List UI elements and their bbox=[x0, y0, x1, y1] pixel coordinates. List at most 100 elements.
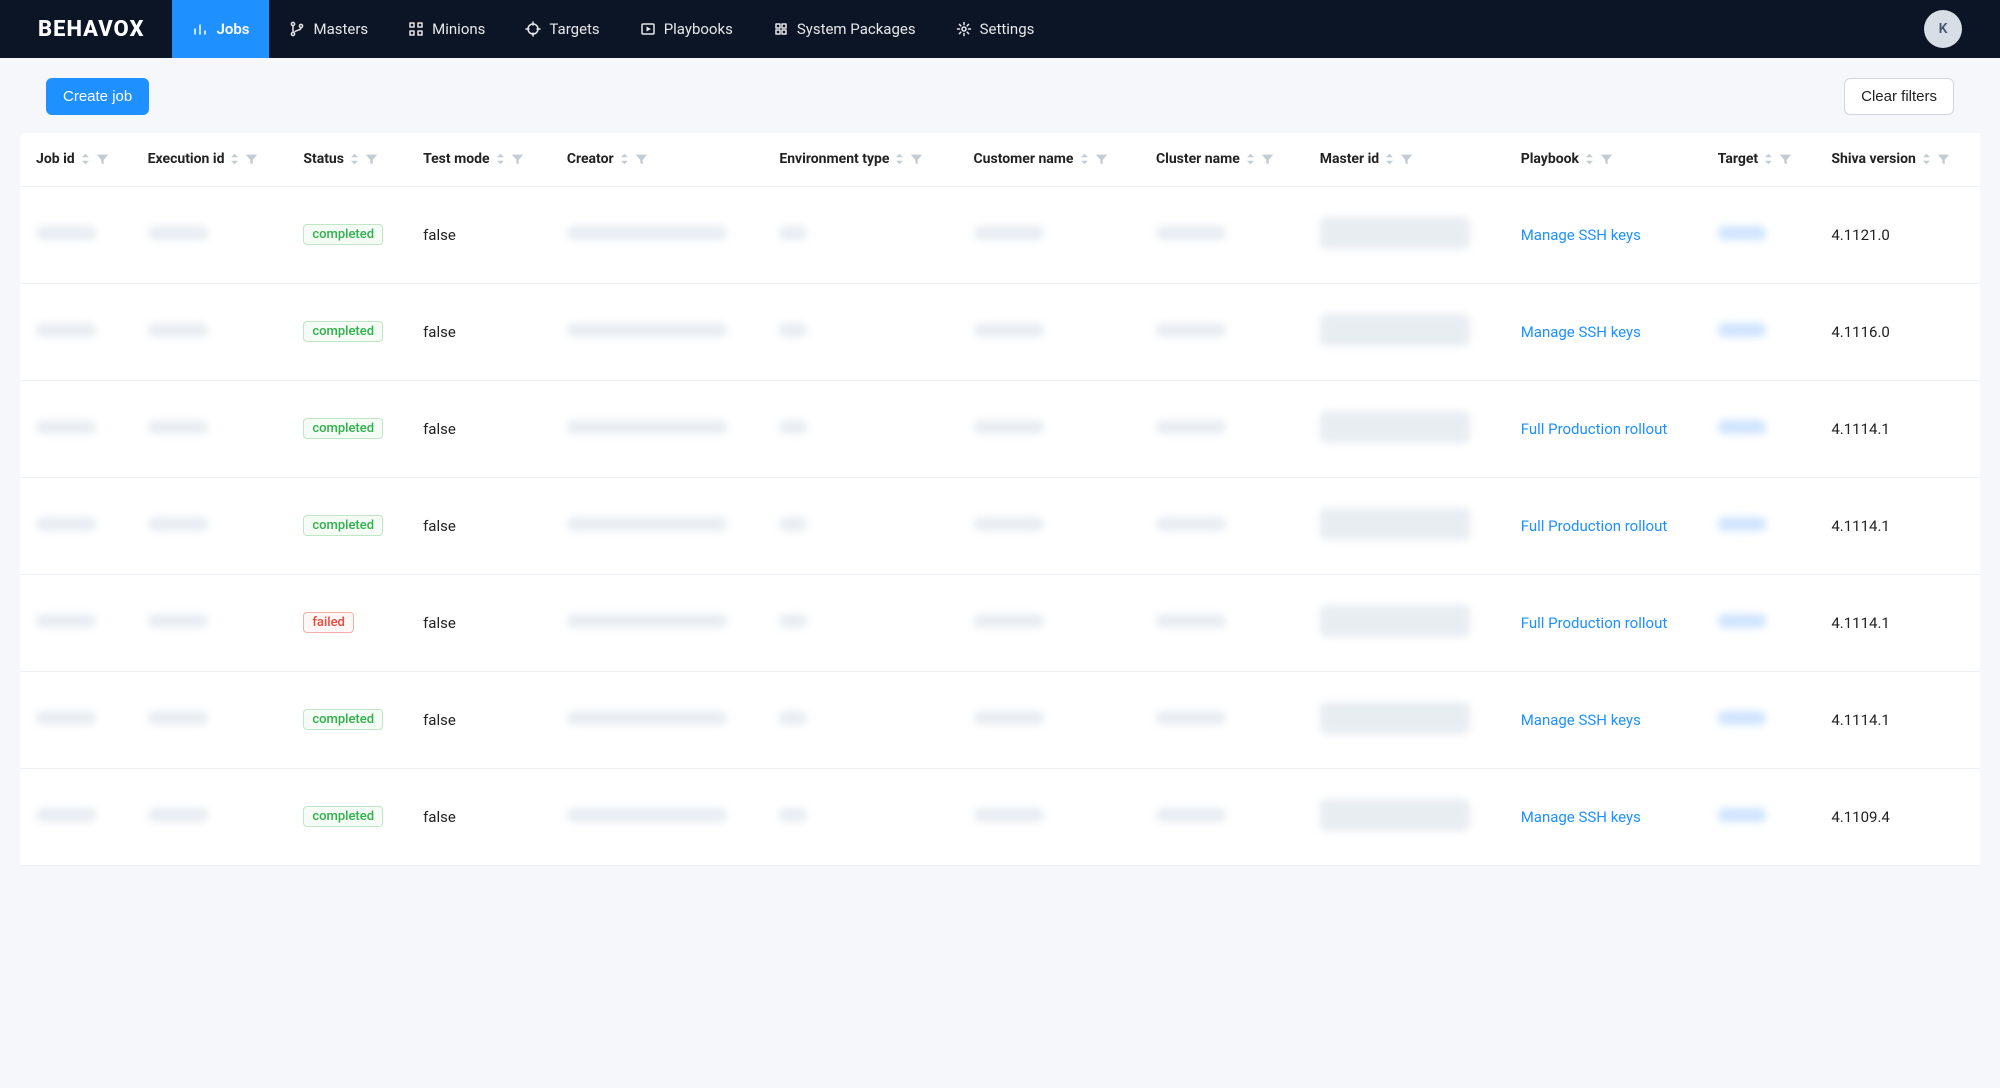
column-label: Execution id bbox=[148, 151, 225, 168]
redacted-value bbox=[779, 808, 807, 822]
column-label: Creator bbox=[567, 151, 614, 168]
filter-icon[interactable] bbox=[1937, 153, 1950, 166]
table-row[interactable]: failedfalseFull Production rollout4.1114… bbox=[20, 574, 1980, 671]
shiva-version-cell: 4.1114.1 bbox=[1815, 477, 1980, 574]
grid-icon bbox=[408, 21, 424, 37]
sort-icon[interactable] bbox=[620, 152, 629, 166]
nav-item-packages[interactable]: System Packages bbox=[753, 0, 936, 58]
playbook-link[interactable]: Full Production rollout bbox=[1521, 614, 1668, 632]
nav-item-settings[interactable]: Settings bbox=[936, 0, 1055, 58]
shiva-version-cell: 4.1121.0 bbox=[1815, 186, 1980, 283]
nav-item-masters[interactable]: Masters bbox=[269, 0, 388, 58]
nav-item-label: Settings bbox=[980, 20, 1035, 38]
column-label: Playbook bbox=[1521, 151, 1579, 168]
redacted-value bbox=[1156, 420, 1226, 434]
filter-icon[interactable] bbox=[96, 153, 109, 166]
column-header-status: Status bbox=[287, 133, 407, 186]
filter-icon[interactable] bbox=[511, 153, 524, 166]
redacted-value bbox=[1156, 614, 1226, 628]
redacted-value bbox=[148, 808, 208, 822]
nav-item-targets[interactable]: Targets bbox=[505, 0, 619, 58]
playbook-link[interactable]: Manage SSH keys bbox=[1521, 711, 1641, 729]
brand-logo: BEHAVOX bbox=[0, 0, 172, 58]
table-row[interactable]: completedfalseManage SSH keys4.1116.0 bbox=[20, 283, 1980, 380]
playbook-link[interactable]: Full Production rollout bbox=[1521, 420, 1668, 438]
table-row[interactable]: completedfalseManage SSH keys4.1109.4 bbox=[20, 768, 1980, 865]
redacted-value bbox=[36, 420, 96, 434]
column-header-customer: Customer name bbox=[958, 133, 1140, 186]
redacted-value bbox=[1156, 226, 1226, 240]
nav-item-minions[interactable]: Minions bbox=[388, 0, 505, 58]
redacted-value bbox=[36, 323, 96, 337]
redacted-value bbox=[1718, 420, 1766, 434]
filter-icon[interactable] bbox=[635, 153, 648, 166]
filter-icon[interactable] bbox=[1261, 153, 1274, 166]
status-badge: completed bbox=[303, 224, 383, 245]
nav-item-jobs[interactable]: Jobs bbox=[172, 0, 269, 58]
status-badge: completed bbox=[303, 709, 383, 730]
column-label: Job id bbox=[36, 151, 75, 168]
column-label: Customer name bbox=[974, 151, 1074, 168]
column-label: Master id bbox=[1320, 151, 1379, 168]
filter-icon[interactable] bbox=[910, 153, 923, 166]
redacted-value bbox=[1156, 711, 1226, 725]
sort-icon[interactable] bbox=[1764, 152, 1773, 166]
redacted-value bbox=[1320, 508, 1470, 540]
redacted-value bbox=[148, 711, 208, 725]
table-row[interactable]: completed false Manage SSH keys 4.1114.1 bbox=[20, 671, 1980, 768]
redacted-value bbox=[36, 226, 96, 240]
sort-icon[interactable] bbox=[1246, 152, 1255, 166]
playbook-link[interactable]: Manage SSH keys bbox=[1521, 226, 1641, 244]
test-mode-cell: false bbox=[407, 671, 551, 768]
sort-icon[interactable] bbox=[230, 152, 239, 166]
sort-icon[interactable] bbox=[350, 152, 359, 166]
redacted-value bbox=[1718, 226, 1766, 240]
nav-item-playbooks[interactable]: Playbooks bbox=[620, 0, 753, 58]
test-mode-cell: false bbox=[407, 186, 551, 283]
filter-icon[interactable] bbox=[1095, 153, 1108, 166]
nav-item-label: Minions bbox=[432, 20, 485, 38]
redacted-value bbox=[36, 711, 96, 725]
shiva-version-cell: 4.1114.1 bbox=[1815, 574, 1980, 671]
redacted-value bbox=[1320, 314, 1470, 346]
status-badge: completed bbox=[303, 806, 383, 827]
column-label: Environment type bbox=[779, 151, 889, 168]
table-row[interactable]: completedfalseFull Production rollout4.1… bbox=[20, 380, 1980, 477]
sort-icon[interactable] bbox=[1585, 152, 1594, 166]
sort-icon[interactable] bbox=[496, 152, 505, 166]
table-row[interactable]: completed false Manage SSH keys 4.1121.0 bbox=[20, 186, 1980, 283]
redacted-value bbox=[779, 226, 807, 240]
crosshair-icon bbox=[525, 21, 541, 37]
bar-chart-icon bbox=[192, 21, 208, 37]
playbook-link[interactable]: Manage SSH keys bbox=[1521, 323, 1641, 341]
filter-icon[interactable] bbox=[1400, 153, 1413, 166]
filter-icon[interactable] bbox=[245, 153, 258, 166]
status-badge: completed bbox=[303, 321, 383, 342]
nav-item-label: Jobs bbox=[216, 20, 249, 38]
sort-icon[interactable] bbox=[1385, 152, 1394, 166]
redacted-value bbox=[1320, 799, 1470, 831]
sort-icon[interactable] bbox=[1080, 152, 1089, 166]
shiva-version-cell: 4.1114.1 bbox=[1815, 671, 1980, 768]
playbook-link[interactable]: Full Production rollout bbox=[1521, 517, 1668, 535]
sort-icon[interactable] bbox=[1922, 152, 1931, 166]
create-job-button[interactable]: Create job bbox=[46, 78, 149, 115]
toolbar: Create job Clear filters bbox=[10, 78, 1990, 133]
sort-icon[interactable] bbox=[81, 152, 90, 166]
sort-icon[interactable] bbox=[895, 152, 904, 166]
clear-filters-button[interactable]: Clear filters bbox=[1844, 78, 1954, 115]
table-row[interactable]: completedfalseFull Production rollout4.1… bbox=[20, 477, 1980, 574]
redacted-value bbox=[567, 226, 727, 240]
status-badge: completed bbox=[303, 418, 383, 439]
shiva-version-cell: 4.1114.1 bbox=[1815, 380, 1980, 477]
filter-icon[interactable] bbox=[1600, 153, 1613, 166]
filter-icon[interactable] bbox=[365, 153, 378, 166]
test-mode-cell: false bbox=[407, 768, 551, 865]
column-header-cluster: Cluster name bbox=[1140, 133, 1304, 186]
redacted-value bbox=[148, 323, 208, 337]
avatar[interactable]: K bbox=[1924, 10, 1962, 48]
redacted-value bbox=[567, 614, 727, 628]
column-header-job_id: Job id bbox=[20, 133, 132, 186]
playbook-link[interactable]: Manage SSH keys bbox=[1521, 808, 1641, 826]
filter-icon[interactable] bbox=[1779, 153, 1792, 166]
